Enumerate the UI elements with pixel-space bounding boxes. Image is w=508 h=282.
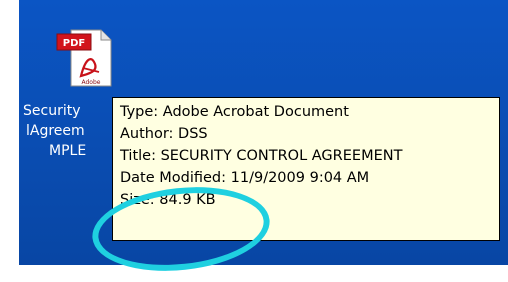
pdf-document-icon: PDF Adobe bbox=[56, 29, 112, 87]
tooltip-author: Author: DSS bbox=[120, 126, 208, 142]
file-label-line-3[interactable]: MPLE bbox=[49, 141, 86, 161]
svg-text:Adobe: Adobe bbox=[82, 79, 101, 86]
tooltip-date-modified: Date Modified: 11/9/2009 9:04 AM bbox=[120, 170, 370, 186]
svg-text:PDF: PDF bbox=[63, 38, 85, 49]
tooltip-title: Title: SECURITY CONTROL AGREEMENT bbox=[120, 148, 403, 164]
pdf-file-icon[interactable]: PDF Adobe bbox=[51, 24, 119, 90]
tooltip-type: Type: Adobe Acrobat Document bbox=[120, 104, 349, 120]
file-label-line-1[interactable]: Security bbox=[23, 101, 81, 121]
file-label-line-2[interactable]: lAgreem bbox=[26, 121, 85, 141]
